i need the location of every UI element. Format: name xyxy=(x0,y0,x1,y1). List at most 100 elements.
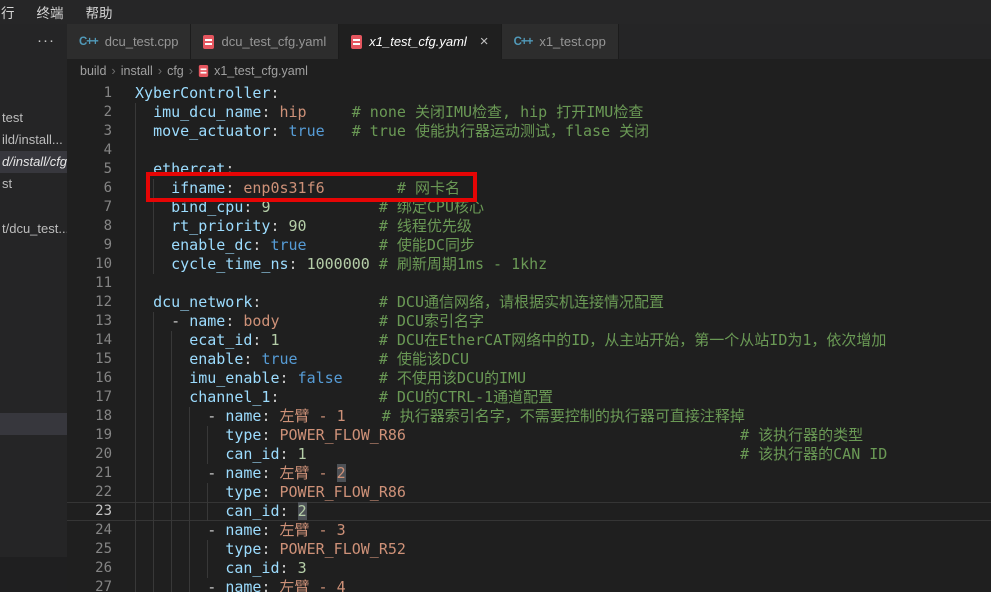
code-line[interactable]: 13 - name: body # DCU索引名字 xyxy=(67,312,991,331)
tab-label: x1_test.cpp xyxy=(539,34,606,49)
code-line[interactable]: 7 bind_cpu: 9 # 绑定CPU核心 xyxy=(67,198,991,217)
tab-bar: C++ dcu_test.cpp dcu_test_cfg.yaml x1_te… xyxy=(67,24,991,59)
indent-guide xyxy=(171,559,172,578)
tab-dcu-test-cfg-yaml[interactable]: dcu_test_cfg.yaml xyxy=(191,24,339,59)
code-line[interactable]: 3 move_actuator: true # true 使能执行器运动测试，f… xyxy=(67,122,991,141)
indent-guide xyxy=(189,464,190,483)
indent-guide xyxy=(207,445,208,464)
tab-x1-test-cpp[interactable]: C++ x1_test.cpp xyxy=(502,24,619,59)
line-number: 27 xyxy=(67,578,134,592)
menu-item-help[interactable]: 帮助 xyxy=(75,0,124,24)
code-line[interactable]: 21 - name: 左臂 - 2 xyxy=(67,464,991,483)
code-line[interactable]: 25 type: POWER_FLOW_R52 xyxy=(67,540,991,559)
indent-guide xyxy=(153,312,154,331)
code-line[interactable]: 12 dcu_network: # DCU通信网络，请根据实机连接情况配置 xyxy=(67,293,991,312)
indent-guide xyxy=(189,540,190,559)
line-number: 18 xyxy=(67,407,134,426)
code-line[interactable]: 9 enable_dc: true # 使能DC同步 xyxy=(67,236,991,255)
sidebar-bottom-panel xyxy=(0,557,67,592)
code-line[interactable]: 17 channel_1: # DCU的CTRL-1通道配置 xyxy=(67,388,991,407)
indent-guide xyxy=(153,464,154,483)
code-line[interactable]: 20 can_id: 1 # 该执行器的CAN ID xyxy=(67,445,991,464)
code-line[interactable]: 27 - name: 左臂 - 4 xyxy=(67,578,991,592)
code-text: - name: body # DCU索引名字 xyxy=(135,312,484,331)
sidebar-item[interactable]: t/dcu_test... xyxy=(0,218,67,240)
chevron-right-icon: › xyxy=(189,63,193,78)
code-line[interactable]: 1XyberController: xyxy=(67,84,991,103)
indent-guide xyxy=(135,407,136,426)
indent-guide xyxy=(135,559,136,578)
sidebar-item[interactable]: test xyxy=(0,107,67,129)
code-text: dcu_network: # DCU通信网络，请根据实机连接情况配置 xyxy=(135,293,664,312)
breadcrumb-segment[interactable]: cfg xyxy=(167,64,184,78)
indent-guide xyxy=(135,160,136,179)
indent-guide xyxy=(135,331,136,350)
indent-guide xyxy=(153,369,154,388)
line-number: 4 xyxy=(67,141,134,160)
indent-guide xyxy=(189,445,190,464)
tab-label: x1_test_cfg.yaml xyxy=(369,34,467,49)
code-line[interactable]: 10 cycle_time_ns: 1000000 # 刷新周期1ms - 1k… xyxy=(67,255,991,274)
code-line[interactable]: 26 can_id: 3 xyxy=(67,559,991,578)
code-line[interactable]: 8 rt_priority: 90 # 线程优先级 xyxy=(67,217,991,236)
code-line[interactable]: 23 can_id: 2 xyxy=(67,502,991,521)
code-text: - name: 左臂 - 1 # 执行器索引名字，不需要控制的执行器可直接注释掉 xyxy=(135,407,745,426)
chevron-right-icon: › xyxy=(111,63,115,78)
sidebar-item-selected[interactable]: d/install/cfg xyxy=(0,151,67,173)
indent-guide xyxy=(171,521,172,540)
tab-x1-test-cfg-yaml[interactable]: x1_test_cfg.yaml × xyxy=(339,24,501,59)
more-actions-icon[interactable]: ··· xyxy=(37,32,55,49)
indent-guide xyxy=(135,388,136,407)
breadcrumb-segment[interactable]: build xyxy=(80,64,106,78)
breadcrumb-file[interactable]: x1_test_cfg.yaml xyxy=(214,64,308,78)
line-number: 2 xyxy=(67,103,134,122)
indent-guide xyxy=(207,502,208,521)
editor[interactable]: 1XyberController:2 imu_dcu_name: hip # n… xyxy=(67,82,991,592)
code-line[interactable]: 16 imu_enable: false # 不使用该DCU的IMU xyxy=(67,369,991,388)
indent-guide xyxy=(153,255,154,274)
code-line[interactable]: 11 xyxy=(67,274,991,293)
code-line[interactable]: 22 type: POWER_FLOW_R86 xyxy=(67,483,991,502)
code-line[interactable]: 2 imu_dcu_name: hip # none 关闭IMU检查, hip … xyxy=(67,103,991,122)
tab-dcu-test-cpp[interactable]: C++ dcu_test.cpp xyxy=(67,24,191,59)
line-number: 3 xyxy=(67,122,134,141)
indent-guide xyxy=(189,407,190,426)
code-text: type: POWER_FLOW_R52 xyxy=(135,540,406,559)
indent-guide xyxy=(189,559,190,578)
close-icon[interactable]: × xyxy=(480,34,489,49)
line-number: 7 xyxy=(67,198,134,217)
sidebar-item[interactable]: ild/install... xyxy=(0,129,67,151)
line-number: 15 xyxy=(67,350,134,369)
code-line[interactable]: 5 ethercat: xyxy=(67,160,991,179)
code-line[interactable]: 6 ifname: enp0s31f6 # 网卡名 xyxy=(67,179,991,198)
code-text: channel_1: # DCU的CTRL-1通道配置 xyxy=(135,388,553,407)
indent-guide xyxy=(135,521,136,540)
indent-guide xyxy=(153,388,154,407)
indent-guide xyxy=(135,274,136,293)
code-line[interactable]: 14 ecat_id: 1 # DCU在EtherCAT网络中的ID，从主站开始… xyxy=(67,331,991,350)
menu-item-run[interactable]: 行 xyxy=(0,0,26,24)
indent-guide xyxy=(135,312,136,331)
indent-guide xyxy=(153,350,154,369)
code-line[interactable]: 4 xyxy=(67,141,991,160)
tab-label: dcu_test_cfg.yaml xyxy=(221,34,326,49)
code-line[interactable]: 24 - name: 左臂 - 3 xyxy=(67,521,991,540)
line-number: 19 xyxy=(67,426,134,445)
code-line[interactable]: 15 enable: true # 使能该DCU xyxy=(67,350,991,369)
code-line[interactable]: 18 - name: 左臂 - 1 # 执行器索引名字，不需要控制的执行器可直接… xyxy=(67,407,991,426)
code-line[interactable]: 19 type: POWER_FLOW_R86 # 该执行器的类型 xyxy=(67,426,991,445)
sidebar-item-selected-empty[interactable] xyxy=(0,413,67,435)
breadcrumb-segment[interactable]: install xyxy=(121,64,153,78)
indent-guide xyxy=(135,350,136,369)
indent-guide xyxy=(135,369,136,388)
indent-guide xyxy=(135,578,136,592)
line-number: 14 xyxy=(67,331,134,350)
indent-guide xyxy=(171,426,172,445)
indent-guide xyxy=(135,293,136,312)
indent-guide xyxy=(135,141,136,160)
line-number: 13 xyxy=(67,312,134,331)
menu-item-terminal[interactable]: 终端 xyxy=(26,0,75,24)
sidebar-item[interactable]: st xyxy=(0,173,67,195)
indent-guide xyxy=(135,426,136,445)
code-text: enable_dc: true # 使能DC同步 xyxy=(135,236,475,255)
